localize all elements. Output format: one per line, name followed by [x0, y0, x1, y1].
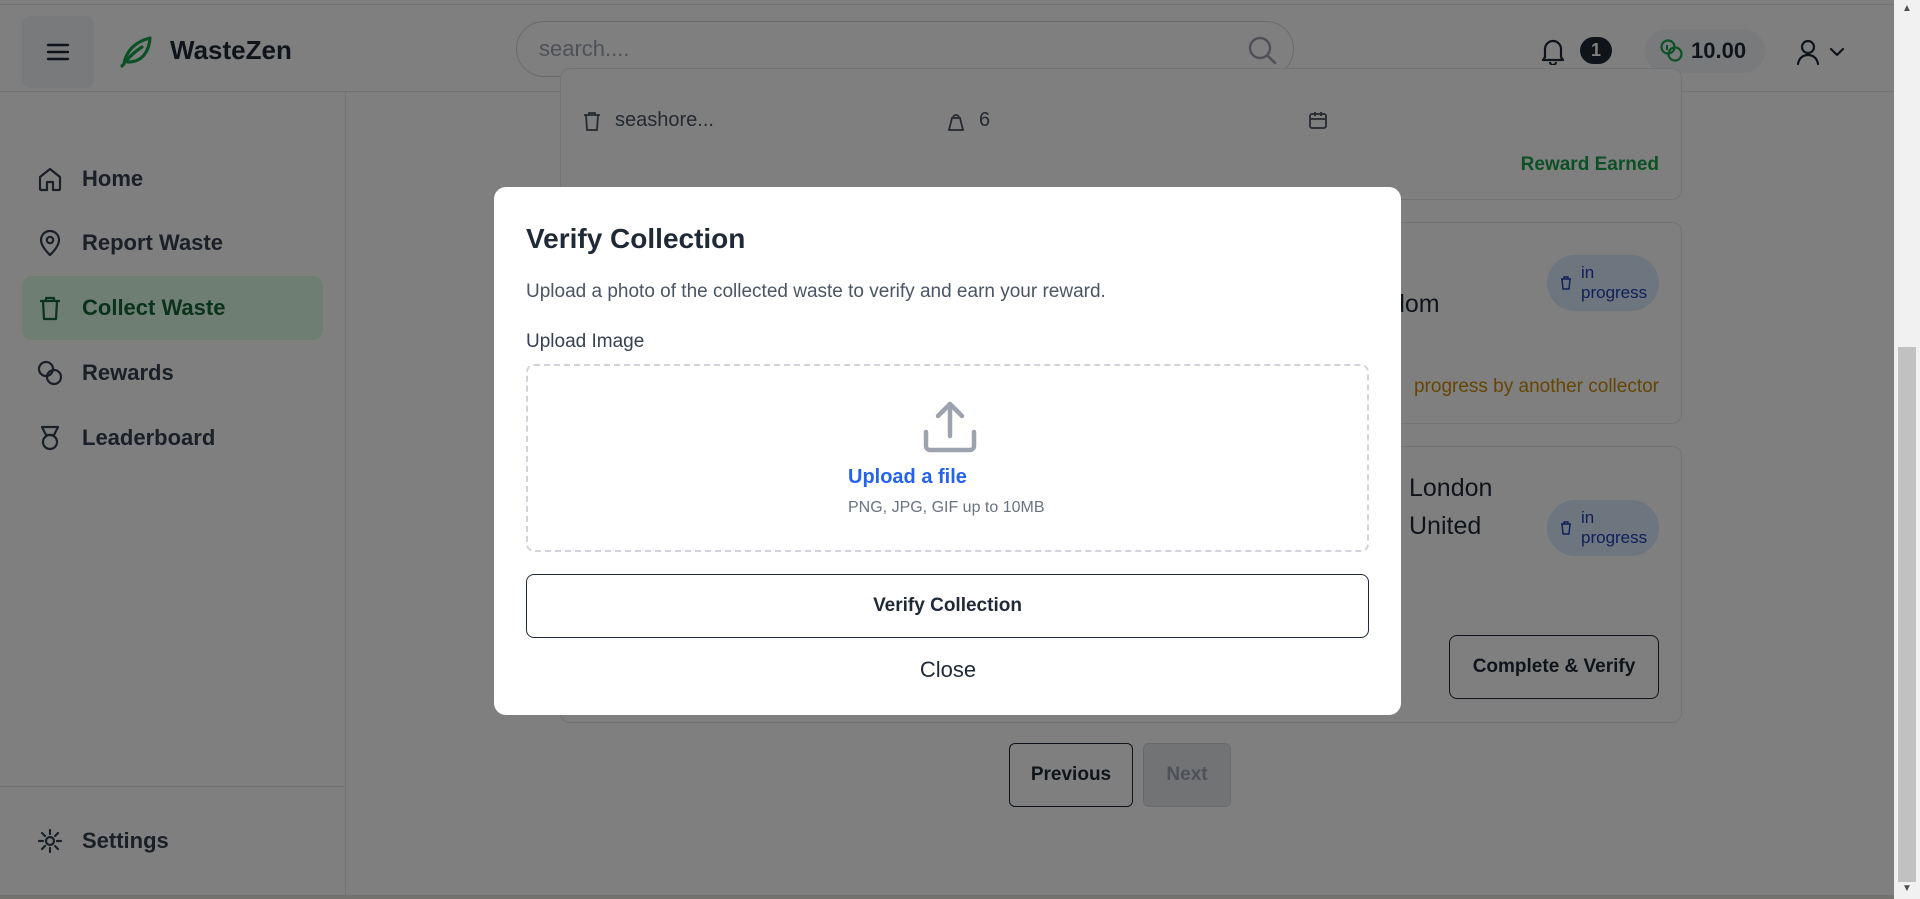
vertical-scrollbar[interactable]: ▲ ▼	[1894, 0, 1920, 899]
upload-image-label: Upload Image	[526, 331, 645, 352]
upload-icon	[923, 401, 977, 453]
modal-description: Upload a photo of the collected waste to…	[526, 281, 1106, 302]
verify-collection-button[interactable]: Verify Collection	[526, 574, 1369, 638]
upload-hint: PNG, JPG, GIF up to 10MB	[848, 499, 1045, 516]
modal-title: Verify Collection	[526, 223, 746, 254]
scroll-up-arrow[interactable]: ▲	[1898, 2, 1916, 16]
verify-collection-modal: Verify Collection Upload a photo of the …	[494, 187, 1401, 715]
close-button[interactable]: Close	[884, 653, 1012, 687]
scroll-thumb[interactable]	[1898, 347, 1916, 882]
upload-file-link[interactable]: Upload a file	[848, 466, 967, 489]
scroll-down-arrow[interactable]: ▼	[1898, 882, 1916, 896]
upload-dropzone[interactable]: Upload a file PNG, JPG, GIF up to 10MB	[526, 364, 1369, 552]
app-root: WasteZen 1 10.00 Home Report Waste Colle…	[0, 0, 1894, 899]
